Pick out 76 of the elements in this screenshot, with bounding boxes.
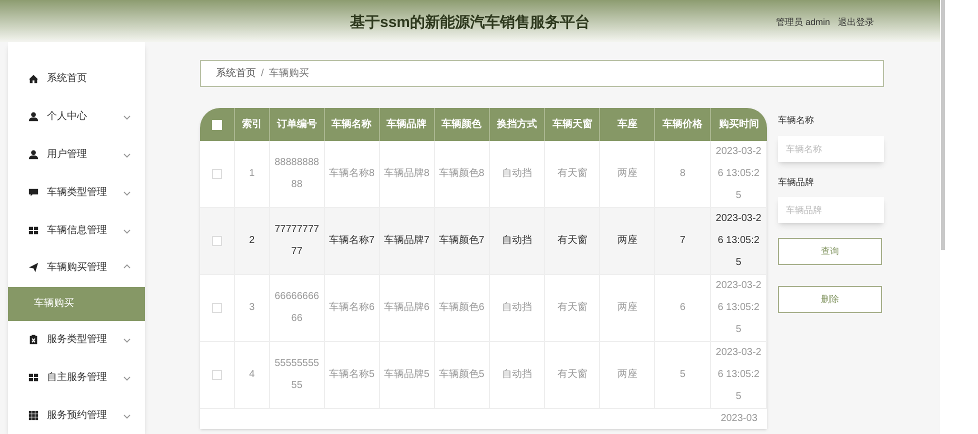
table-cell-text: 车辆品牌6 — [384, 300, 430, 315]
grid-icon — [28, 224, 39, 236]
checkbox[interactable] — [212, 303, 222, 313]
sidebar-item[interactable]: 服务类型管理 — [8, 320, 145, 358]
table-cell-text: 车辆名称8 — [328, 166, 375, 181]
sidebar-item[interactable]: 车辆类型管理 — [8, 173, 145, 212]
checkbox[interactable] — [212, 236, 222, 246]
table-cell-text: 有天窗 — [557, 234, 588, 248]
table-cell-text: 车辆颜色8 — [438, 166, 484, 181]
table-cell-text: 两座 — [617, 166, 638, 181]
column-header: 购买时间 — [718, 118, 760, 132]
table-cell-text: 两座 — [617, 234, 638, 248]
field-label: 车辆名称 — [778, 114, 815, 127]
checkbox[interactable] — [212, 120, 222, 130]
scrollbar[interactable] — [941, 0, 945, 250]
table-cell-text: 2023-03-26 13:05:25 — [715, 346, 762, 404]
input-field[interactable]: 车辆品牌 — [778, 197, 884, 223]
table-cell-text: 车辆品牌8 — [384, 166, 430, 181]
breadcrumb-link[interactable]: 车辆购买 — [268, 66, 309, 81]
table-cell-text: 车辆名称5 — [328, 368, 375, 382]
table-cell-text: 2023-03-26 13:05:25 — [715, 279, 762, 337]
table-cell-text: 自动挡 — [502, 234, 532, 248]
table-cell-text: 5555555555 — [274, 357, 320, 393]
table-cell-text: 7777777777 — [274, 223, 320, 259]
page-title: 基于ssm的新能源汽车销售服务平台 — [350, 13, 590, 33]
checkbox[interactable] — [212, 370, 222, 380]
table-cell-text: 2023-03-26 13:05:25 — [715, 212, 762, 270]
sidebar-item[interactable]: 车辆购买管理 — [8, 248, 145, 287]
table-cell-text: 车辆名称6 — [328, 300, 375, 315]
table-cell-text: 车辆品牌7 — [384, 234, 430, 248]
table-cell-text: 2023-03 — [720, 413, 758, 426]
table-cell-text: 7 — [680, 234, 686, 248]
table-cell-text: 车辆颜色5 — [438, 368, 484, 382]
table-cell-text: 5 — [680, 368, 686, 382]
table-cell-text: 有天窗 — [557, 166, 588, 181]
table-cell-text: 6666666666 — [274, 290, 320, 326]
table-cell-text: 3 — [249, 301, 255, 315]
table-cell-text: 车辆品牌5 — [384, 368, 430, 382]
table-cell-text: 4 — [249, 368, 255, 382]
logout-link[interactable]: 退出登录 — [838, 16, 874, 30]
clipboard-icon — [28, 334, 39, 345]
table-cell-text: 6 — [680, 301, 686, 315]
user-label: 管理员 admin — [776, 16, 830, 29]
table-cell-text: 自动挡 — [502, 166, 532, 181]
sidebar-item[interactable]: 自主服务管理 — [8, 358, 145, 396]
table-cell-text: 车辆颜色6 — [438, 300, 484, 315]
sidebar-item[interactable]: 系统首页 — [8, 60, 145, 98]
checkbox[interactable] — [212, 169, 222, 179]
table-cell-text: 两座 — [617, 368, 638, 382]
sidebar-item[interactable]: 用户管理 — [8, 136, 145, 174]
table-cell-text: 2023-03-26 13:05:25 — [715, 145, 762, 203]
person-icon — [28, 148, 39, 160]
table-cell-text: 车辆颜色7 — [438, 234, 484, 248]
table-cell-text: 8888888888 — [274, 156, 320, 192]
table-cell-text: 有天窗 — [557, 300, 588, 315]
table-cell-text: 2 — [249, 234, 255, 248]
breadcrumb-separator: / — [261, 67, 264, 81]
table-cell-text: 车辆名称7 — [328, 234, 375, 248]
home-icon — [28, 73, 39, 84]
table-cell-text: 有天窗 — [557, 368, 588, 382]
paper-plane-icon — [28, 262, 39, 274]
input-field[interactable]: 车辆名称 — [778, 136, 884, 162]
table-cell-text: 8 — [680, 167, 686, 181]
table-cell-text: 1 — [249, 167, 255, 181]
grid-icon — [28, 372, 39, 383]
breadcrumb-link[interactable]: 系统首页 — [216, 66, 256, 81]
grid-icon — [28, 410, 39, 421]
table-cell-text: 自动挡 — [502, 300, 532, 315]
person-icon — [28, 111, 39, 122]
field-label: 车辆品牌 — [778, 176, 815, 188]
table-cell-text: 两座 — [617, 300, 638, 315]
chat-icon — [28, 186, 39, 198]
sidebar-item[interactable]: 服务预约管理 — [8, 396, 145, 434]
table-cell-text: 自动挡 — [502, 368, 532, 382]
sidebar-item[interactable]: 车辆信息管理 — [8, 211, 145, 249]
sidebar-item[interactable]: 个人中心 — [8, 98, 145, 136]
